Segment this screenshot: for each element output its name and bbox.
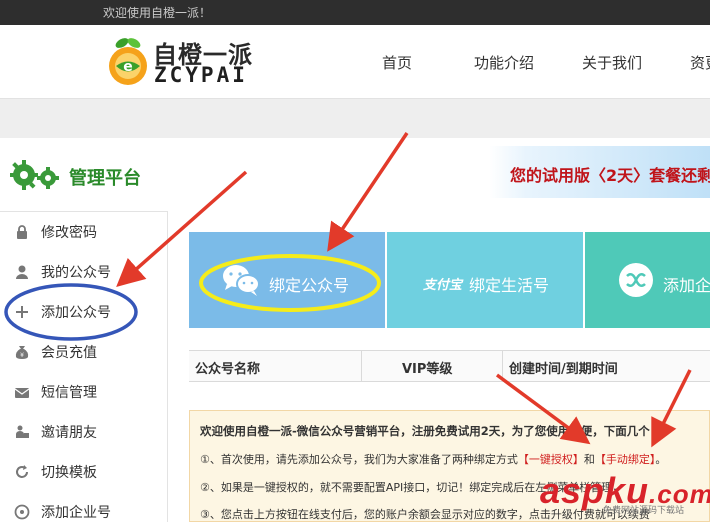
column-header: VIP等级	[402, 362, 453, 377]
notice-text: 和	[583, 453, 595, 466]
wechat-icon	[223, 265, 260, 296]
column-header: 公众号名称	[195, 362, 261, 377]
panel-title: 管理平台	[69, 168, 141, 189]
refresh-icon	[16, 465, 28, 478]
sidebar-item-sms[interactable]: 短信管理	[0, 372, 168, 412]
column-divider	[361, 351, 362, 381]
money-bag-icon: ¥	[15, 346, 29, 359]
bind-life-account-tile[interactable]: 支付宝 绑定生活号	[387, 232, 583, 328]
user-icon	[16, 265, 28, 279]
notice-text: ①、首次使用，请先添加公众号，我们为大家准备了两种绑定方式	[200, 453, 518, 466]
sidebar-item-label: 修改密码	[41, 225, 97, 241]
site-header: e 自橙一派 ZCYPAI 首页 功能介绍 关于我们 资更	[0, 25, 710, 98]
sidebar-item-change-password[interactable]: 修改密码	[0, 212, 168, 252]
svg-text:¥: ¥	[20, 352, 24, 359]
sidebar-item-switch-template[interactable]: 切换模板	[0, 452, 168, 492]
sidebar-item-invite[interactable]: 邀请朋友	[0, 412, 168, 452]
envelope-icon	[14, 388, 30, 398]
lock-icon	[17, 225, 27, 239]
panel-header: 管理平台 您的试用版〈2天〉套餐还剩	[0, 138, 710, 211]
one-click-authorize-link[interactable]: 【一键授权】	[518, 453, 584, 466]
add-enterprise-tile[interactable]: 添加企	[585, 232, 710, 328]
sidebar-item-recharge[interactable]: ¥ 会员充值	[0, 332, 168, 372]
exchange-icon	[619, 263, 653, 297]
nav-about[interactable]: 关于我们	[582, 52, 642, 73]
enterprise-icon	[14, 504, 30, 520]
sidebar-item-label: 添加公众号	[41, 305, 111, 321]
tile-label: 绑定生活号	[469, 276, 550, 295]
notice-text: 。	[655, 453, 667, 466]
accounts-table-header: 公众号名称 VIP等级 创建时间/到期时间	[189, 350, 710, 382]
watermark-subtitle: 免费网站源码下载站	[603, 506, 685, 516]
sidebar-item-label: 短信管理	[41, 385, 97, 401]
gears-icon	[10, 160, 59, 190]
welcome-text: 欢迎使用自橙一派！	[103, 6, 212, 20]
orange-logo-icon: e	[109, 38, 147, 85]
svg-text:e: e	[123, 59, 133, 75]
tile-label: 添加企	[663, 276, 710, 295]
manual-bind-link[interactable]: 【手动绑定】	[595, 453, 656, 466]
sidebar-item-my-accounts[interactable]: 我的公众号	[0, 252, 168, 292]
sidebar-item-label: 会员充值	[41, 345, 97, 361]
sidebar-item-label: 邀请朋友	[41, 425, 97, 441]
sidebar-item-add-enterprise[interactable]: 添加企业号	[0, 492, 168, 522]
sidebar-item-label: 我的公众号	[41, 265, 111, 281]
nav-more[interactable]: 资更	[690, 52, 710, 73]
header-band	[0, 98, 710, 138]
column-header: 创建时间/到期时间	[509, 362, 618, 377]
site-logo[interactable]: e 自橙一派 ZCYPAI	[106, 33, 266, 89]
sidebar-item-label: 添加企业号	[41, 505, 111, 521]
nav-home[interactable]: 首页	[382, 52, 412, 73]
sidebar-item-label: 切换模板	[41, 465, 97, 481]
column-divider	[502, 351, 503, 381]
sidebar: 修改密码 我的公众号 添加公众号 ¥ 会员充值 短信管理 邀请朋友 切换模板 添…	[0, 211, 168, 522]
invite-icon	[16, 425, 29, 438]
alipay-icon: 支付宝	[423, 278, 463, 293]
notice-line: ①、首次使用，请先添加公众号，我们为大家准备了两种绑定方式【一键授权】和【手动绑…	[200, 451, 666, 467]
bind-official-account-tile[interactable]: 绑定公众号	[189, 232, 385, 328]
logo-english-text: ZCYPAI	[154, 63, 248, 87]
plus-icon	[16, 306, 28, 318]
trial-status-text: 您的试用版〈2天〉套餐还剩	[510, 166, 710, 185]
sidebar-item-add-account[interactable]: 添加公众号	[0, 292, 168, 332]
top-bar: 欢迎使用自橙一派！	[0, 0, 710, 25]
tile-label: 绑定公众号	[269, 276, 350, 295]
nav-features[interactable]: 功能介绍	[474, 52, 534, 73]
notice-line: 欢迎使用自橙一派-微信公众号营销平台，注册免费试用2天，为了您使用方便，下面几个	[200, 424, 650, 438]
